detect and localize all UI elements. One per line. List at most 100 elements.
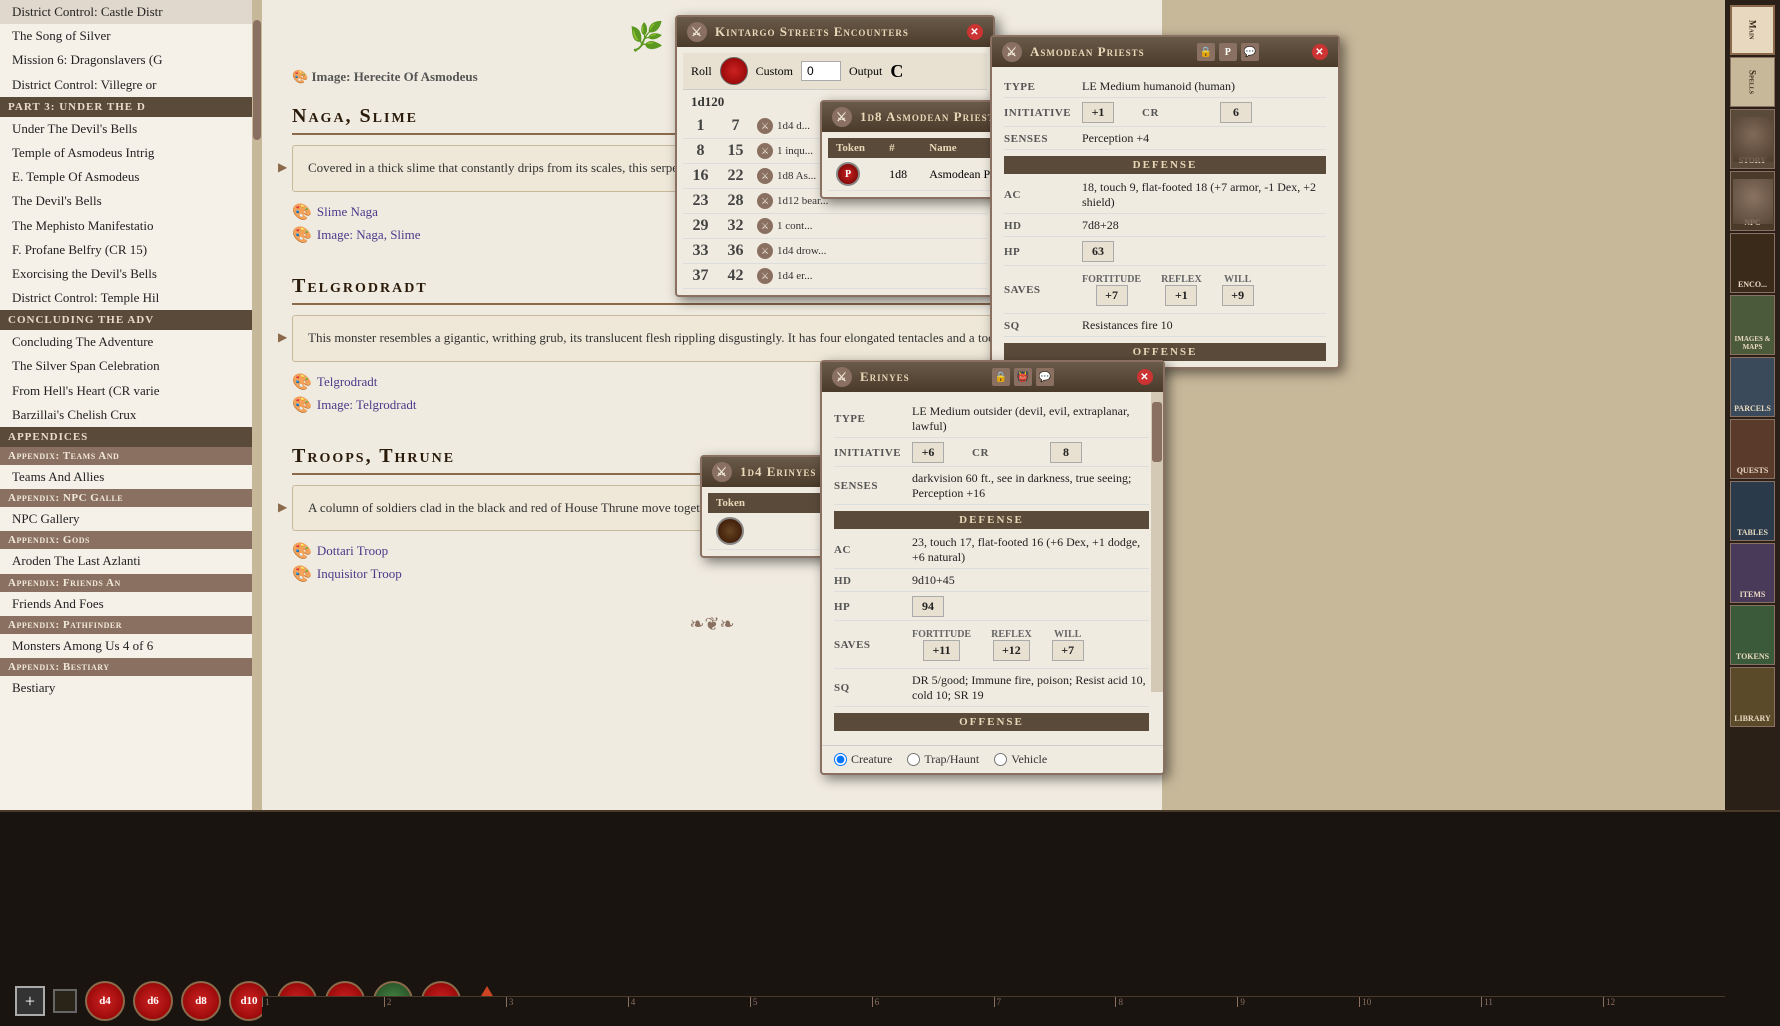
kintargo-roll-6-val: 1d4 drow... <box>777 245 987 257</box>
erinyes-close-button[interactable]: ✕ <box>1137 369 1153 385</box>
sidebar-item-castle-district[interactable]: District Control: Castle Distr <box>0 0 261 24</box>
sidebar-item-bestiary[interactable]: Bestiary <box>0 676 261 700</box>
reference-decoration-icon: 🌿 <box>629 20 667 54</box>
image-prefix: 🎨 <box>292 69 308 84</box>
output-label: Output <box>849 64 882 79</box>
sidebar-item-concluding-adventure[interactable]: Concluding The Adventure <box>0 330 261 354</box>
sidebar-item-under-devils-bells[interactable]: Under The Devil's Bells <box>0 117 261 141</box>
sidebar-item-devils-bells[interactable]: The Devil's Bells <box>0 189 261 213</box>
sidebar-item-profane-belfry[interactable]: F. Profane Belfry (CR 15) <box>0 238 261 262</box>
ruler-mark-11: 11 <box>1481 997 1603 1007</box>
asmodean-offense-header: OFFENSE <box>1004 343 1326 361</box>
plus-button[interactable]: + <box>15 986 45 1016</box>
asmodean-reflex-label: REFLEX <box>1161 274 1202 285</box>
small-square-button[interactable] <box>53 989 77 1013</box>
sidebar-item-mephisto[interactable]: The Mephisto Manifestatio <box>0 214 261 238</box>
npc-tab-thumbnail <box>1733 179 1773 224</box>
kintargo-roll-5: 29 32 ⚔ 1 cont... <box>683 214 987 239</box>
sidebar-item-district-temple[interactable]: District Control: Temple Hil <box>0 286 261 310</box>
tab-story[interactable]: STORY <box>1730 109 1775 169</box>
erinyes-sub-icon: ⚔ <box>712 462 732 482</box>
asmodean-info-icon[interactable]: P <box>1219 43 1237 61</box>
tab-spells[interactable]: Spells <box>1730 57 1775 107</box>
tab-quests-label: QUESTS <box>1737 466 1769 475</box>
sidebar-item-song-of-silver[interactable]: The Song of Silver <box>0 24 261 48</box>
asmodean-num-col: # <box>881 138 921 158</box>
erinyes-monster-icon[interactable]: 👹 <box>1014 368 1032 386</box>
sidebar-item-teams-allies[interactable]: Teams And Allies <box>0 465 261 489</box>
asmodean-hp-label: HP <box>1004 246 1074 258</box>
erinyes-creature-option[interactable]: Creature <box>834 752 892 767</box>
kintargo-row1-icon: ⚔ <box>757 118 773 134</box>
roll-die-button[interactable] <box>720 57 748 85</box>
ruler-mark-8: 8 <box>1115 997 1237 1007</box>
asmodean-ac-row: AC 18, touch 9, flat-footed 18 (+7 armor… <box>1004 180 1326 214</box>
sidebar-item-from-hells-heart[interactable]: From Hell's Heart (CR varie <box>0 379 261 403</box>
output-value: C <box>890 61 903 82</box>
erinyes-sq-row: SQ DR 5/good; Immune fire, poison; Resis… <box>834 673 1149 707</box>
d6-button[interactable]: d6 <box>133 981 173 1021</box>
asmodean-hd-label: HD <box>1004 220 1074 232</box>
ruler: 1 2 3 4 5 6 7 8 9 10 11 12 <box>262 996 1725 1026</box>
d8-button[interactable]: d8 <box>181 981 221 1021</box>
sidebar-section-appendices: Appendices <box>0 427 261 447</box>
tab-library[interactable]: LIBRARY <box>1730 667 1775 727</box>
tab-tables[interactable]: TABLES <box>1730 481 1775 541</box>
sidebar-subsection-bestiary: Appendix: Bestiary <box>0 658 261 676</box>
erinyes-reflex-value: +12 <box>993 640 1030 661</box>
asmodean-window-icon: ⚔ <box>1002 42 1022 62</box>
sidebar-item-mission6[interactable]: Mission 6: Dragonslavers (G <box>0 48 261 72</box>
asmodean-close-button[interactable]: ✕ <box>1312 44 1328 60</box>
tab-encounters-label: ENCO... <box>1738 280 1767 289</box>
erinyes-sq-label: SQ <box>834 682 904 694</box>
sidebar-item-monsters-among-us[interactable]: Monsters Among Us 4 of 6 <box>0 634 261 658</box>
asmodean-token-col: Token <box>828 138 881 158</box>
erinyes-vehicle-option[interactable]: Vehicle <box>994 752 1047 767</box>
ruler-mark-10: 10 <box>1359 997 1481 1007</box>
erinyes-senses-row: Senses darkvision 60 ft., see in darknes… <box>834 471 1149 505</box>
tab-quests[interactable]: QUESTS <box>1730 419 1775 479</box>
asmodean-sub-token: P <box>828 158 881 191</box>
asmodean-will-label: WILL <box>1224 274 1251 285</box>
custom-input[interactable] <box>801 61 841 81</box>
erinyes-lock-icon[interactable]: 🔒 <box>992 368 1010 386</box>
tab-encounters[interactable]: ENCO... <box>1730 233 1775 293</box>
tab-npc[interactable]: NPC <box>1730 171 1775 231</box>
erinyes-trap-option[interactable]: Trap/Haunt <box>907 752 979 767</box>
asmodean-sub-icon: ⚔ <box>832 107 852 127</box>
sidebar-item-barzillai[interactable]: Barzillai's Chelish Crux <box>0 403 261 427</box>
sidebar-item-friends-foes[interactable]: Friends And Foes <box>0 592 261 616</box>
ruler-mark-2: 2 <box>384 997 506 1007</box>
sidebar-item-e-temple[interactable]: E. Temple Of Asmodeus <box>0 165 261 189</box>
sidebar-scrollbar-track <box>252 0 262 810</box>
asmodean-fort: FORTITUDE +7 <box>1082 274 1141 306</box>
erinyes-fort-label: FORTITUDE <box>912 629 971 640</box>
erinyes-vehicle-radio[interactable] <box>994 753 1007 766</box>
sidebar-item-villegre[interactable]: District Control: Villegre or <box>0 73 261 97</box>
tab-parcels[interactable]: PARCELS <box>1730 357 1775 417</box>
tab-images-maps[interactable]: IMAGES & MAPS <box>1730 295 1775 355</box>
sidebar-item-silver-span[interactable]: The Silver Span Celebration <box>0 354 261 378</box>
tab-main[interactable]: Main <box>1730 5 1775 55</box>
sidebar-item-temple-intrig[interactable]: Temple of Asmodeus Intrig <box>0 141 261 165</box>
sidebar-item-aroden[interactable]: Aroden The Last Azlanti <box>0 549 261 573</box>
sidebar-item-exorcising[interactable]: Exorcising the Devil's Bells <box>0 262 261 286</box>
kintargo-titlebar: ⚔ Kintargo Streets Encounters ✕ <box>677 17 993 47</box>
asmodean-icon-row: 🔒 P 💬 <box>1197 43 1259 61</box>
kintargo-row7-icon: ⚔ <box>757 268 773 284</box>
erinyes-chat-icon[interactable]: 💬 <box>1036 368 1054 386</box>
erinyes-scrollbar[interactable] <box>1151 392 1163 692</box>
asmodean-senses-value: Perception +4 <box>1082 131 1149 146</box>
erinyes-trap-radio[interactable] <box>907 753 920 766</box>
sidebar-item-npc-gallery[interactable]: NPC Gallery <box>0 507 261 531</box>
kintargo-close-button[interactable]: ✕ <box>967 24 983 40</box>
asmodean-chat-icon[interactable]: 💬 <box>1241 43 1259 61</box>
erinyes-saves-group: FORTITUDE +11 REFLEX +12 WILL +7 <box>912 629 1084 661</box>
d4-button[interactable]: d4 <box>85 981 125 1021</box>
kintargo-roll-5-val: 1 cont... <box>777 220 987 232</box>
tab-tokens[interactable]: TOKENS <box>1730 605 1775 665</box>
asmodean-fort-label: FORTITUDE <box>1082 274 1141 285</box>
asmodean-lock-icon[interactable]: 🔒 <box>1197 43 1215 61</box>
tab-items[interactable]: ITEMS <box>1730 543 1775 603</box>
erinyes-creature-radio[interactable] <box>834 753 847 766</box>
